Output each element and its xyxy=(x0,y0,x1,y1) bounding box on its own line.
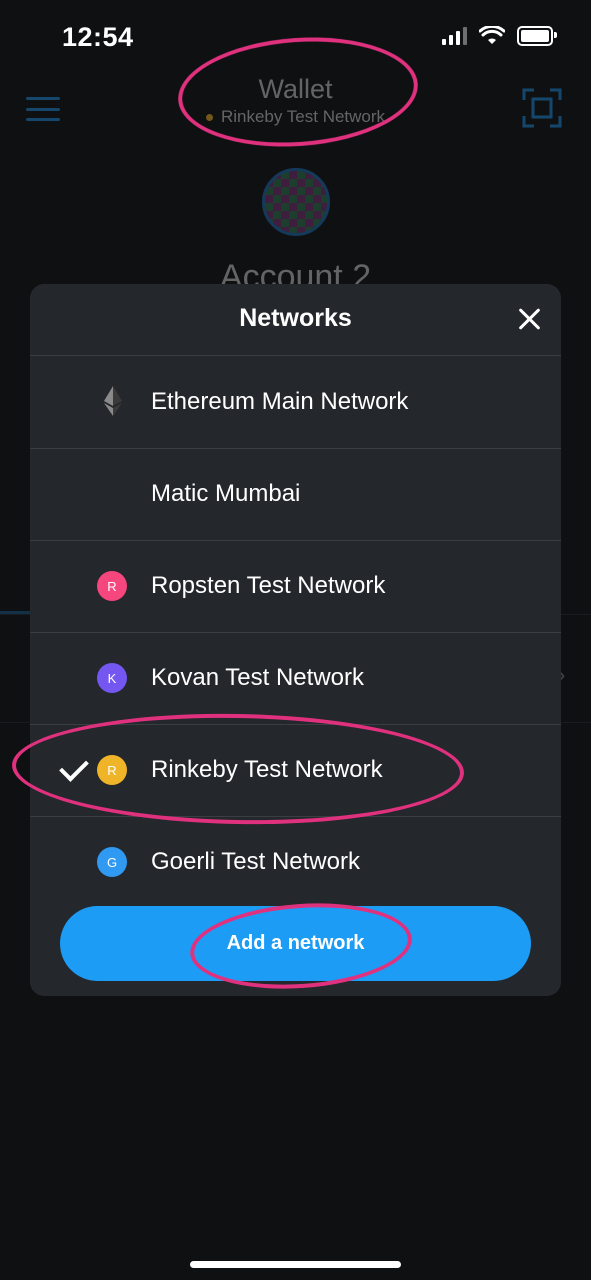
status-icons xyxy=(442,26,557,46)
networks-modal: Networks Ethereum Main Network Matic Mum… xyxy=(30,284,561,996)
home-indicator[interactable] xyxy=(190,1261,401,1268)
ethereum-icon xyxy=(104,386,122,416)
network-label: Matic Mumbai xyxy=(151,480,301,507)
network-label: Ropsten Test Network xyxy=(151,572,386,599)
network-badge-icon: R xyxy=(97,571,127,601)
signal-icon xyxy=(442,27,467,45)
close-icon[interactable] xyxy=(516,306,542,332)
network-item-matic-mumbai[interactable]: Matic Mumbai xyxy=(30,448,561,541)
account-avatar[interactable] xyxy=(262,168,330,236)
wifi-icon xyxy=(479,26,505,44)
network-label: Ethereum Main Network xyxy=(151,388,409,415)
network-item-ropsten[interactable]: R Ropsten Test Network xyxy=(30,540,561,633)
modal-title: Networks xyxy=(239,304,352,332)
scan-qr-icon[interactable] xyxy=(522,88,562,128)
network-item-kovan[interactable]: K Kovan Test Network xyxy=(30,632,561,725)
network-item-ethereum-main[interactable]: Ethereum Main Network xyxy=(30,356,561,449)
network-badge-icon: K xyxy=(97,663,127,693)
network-badge-icon: G xyxy=(97,847,127,877)
network-label: Kovan Test Network xyxy=(151,664,364,691)
network-item-goerli[interactable]: G Goerli Test Network xyxy=(30,816,561,908)
annotation-circle xyxy=(174,29,422,155)
status-time: 12:54 xyxy=(62,22,134,52)
battery-icon xyxy=(517,26,557,46)
network-label: Goerli Test Network xyxy=(151,848,360,875)
